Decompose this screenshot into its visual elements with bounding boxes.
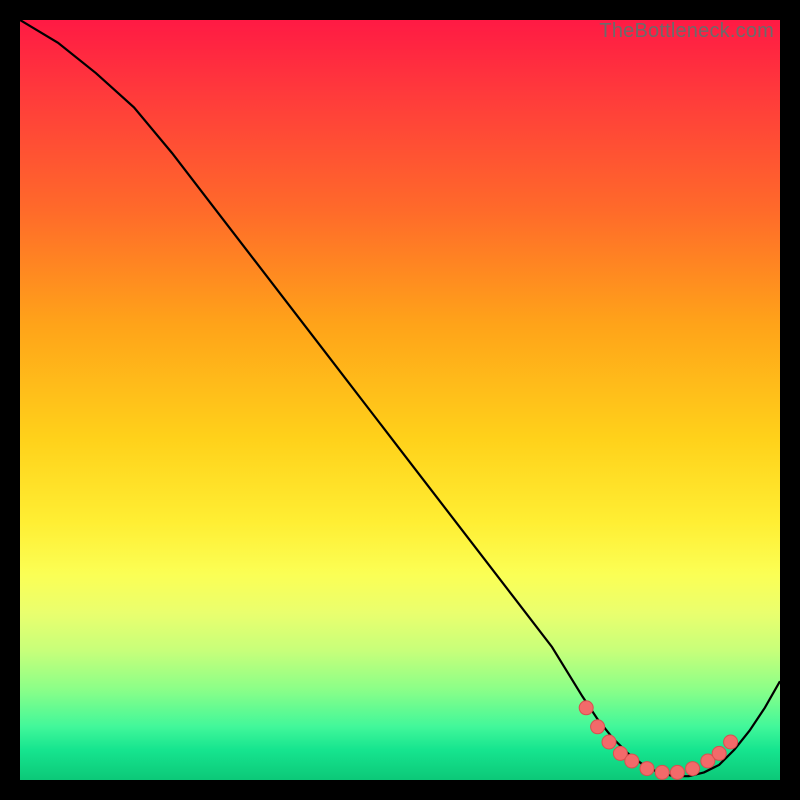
curve-marker	[670, 765, 684, 779]
curve-marker	[613, 746, 627, 760]
curve-marker	[712, 746, 726, 760]
curve-marker	[602, 735, 616, 749]
curve-marker	[625, 754, 639, 768]
curve-marker	[701, 754, 715, 768]
curve-marker	[686, 762, 700, 776]
curve-marker	[640, 762, 654, 776]
watermark-text: TheBottleneck.com	[599, 20, 774, 43]
curve-marker	[579, 701, 593, 715]
chart-frame: TheBottleneck.com	[0, 0, 800, 800]
marker-group	[579, 701, 737, 780]
curve-path	[20, 20, 780, 776]
curve-marker	[724, 735, 738, 749]
curve-marker	[655, 765, 669, 779]
plot-area: TheBottleneck.com	[20, 20, 780, 780]
bottleneck-curve	[20, 20, 780, 780]
curve-marker	[591, 720, 605, 734]
